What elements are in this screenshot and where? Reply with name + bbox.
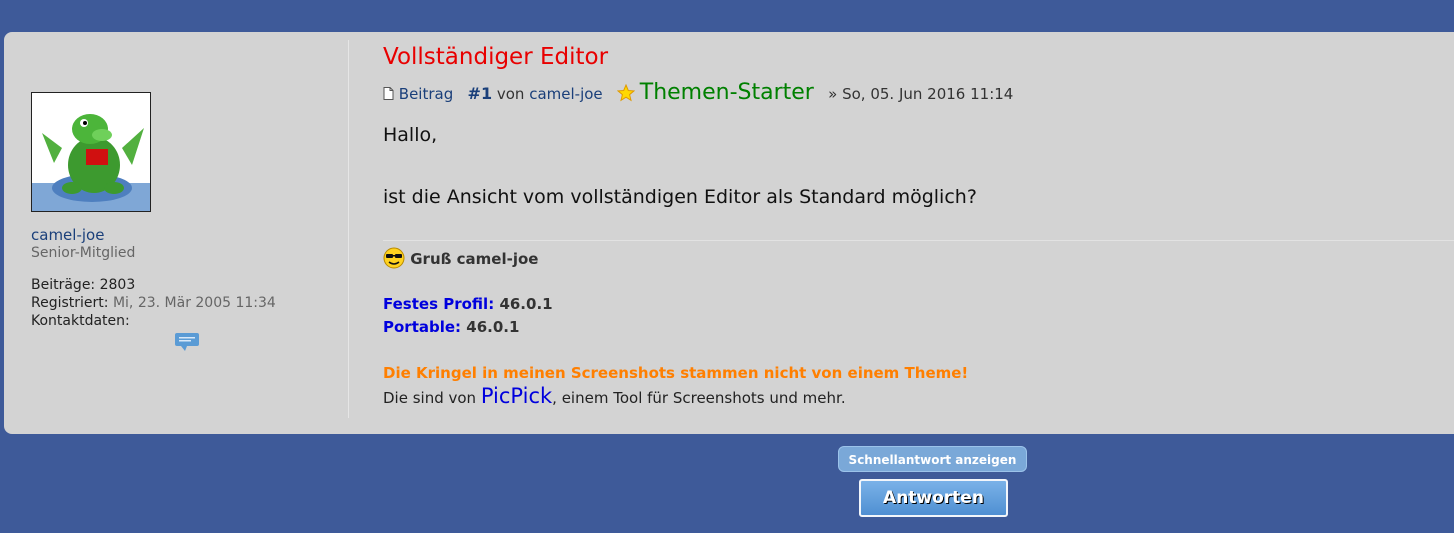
star-icon	[616, 83, 640, 103]
contact-label: Kontaktdaten:	[31, 313, 130, 329]
posts-label: Beiträge:	[31, 277, 96, 293]
post-title: Vollständiger Editor	[383, 44, 609, 70]
avatar[interactable]	[31, 92, 151, 212]
signature-divider	[383, 240, 1454, 241]
signature-picpick-line: Die sind von PicPick, einem Tool für Scr…	[383, 384, 846, 408]
quick-reply-button[interactable]: Schnellantwort anzeigen	[838, 446, 1027, 472]
post-meta: Beitrag #1 von camel-joe Themen-Starter …	[383, 80, 1013, 105]
signature-greeting: Gruß camel-joe	[383, 247, 538, 269]
post-date: » So, 05. Jun 2016 11:14	[828, 85, 1014, 103]
fixed-profile-value: 46.0.1	[499, 295, 553, 313]
author-name[interactable]: camel-joe	[31, 226, 104, 244]
portable-value: 46.0.1	[466, 318, 520, 336]
author-rank: Senior-Mitglied	[31, 245, 136, 261]
reply-button[interactable]: Antworten	[859, 479, 1008, 517]
signature-fixed-profile: Festes Profil: 46.0.1	[383, 295, 553, 313]
post-number-link[interactable]: #1	[468, 84, 493, 103]
post-container: camel-joe Senior-Mitglied Beiträge: 2803…	[4, 32, 1454, 434]
document-icon	[383, 85, 399, 103]
post-body-line-2: ist die Ansicht vom vollständigen Editor…	[383, 186, 977, 208]
author-panel: camel-joe Senior-Mitglied Beiträge: 2803…	[4, 40, 349, 418]
registered-date: Registriert: Mi, 23. Mär 2005 11:34	[31, 295, 276, 311]
registered-label: Registriert:	[31, 295, 109, 311]
post-link[interactable]: Beitrag	[399, 85, 453, 103]
signature-portable: Portable: 46.0.1	[383, 318, 519, 336]
post-body-line-1: Hallo,	[383, 124, 438, 146]
signature-notice: Die Kringel in meinen Screenshots stamme…	[383, 364, 969, 382]
message-icon[interactable]	[175, 333, 199, 351]
picpick-link[interactable]: PicPick	[481, 384, 552, 408]
picpick-prefix: Die sind von	[383, 389, 477, 407]
cool-smiley-icon	[383, 247, 410, 269]
fixed-profile-label: Festes Profil:	[383, 295, 495, 313]
portable-label: Portable:	[383, 318, 462, 336]
post-author-link[interactable]: camel-joe	[529, 85, 602, 103]
picpick-suffix: , einem Tool für Screenshots und mehr.	[552, 389, 846, 407]
von-label: von	[496, 85, 525, 103]
thread-starter-label: Themen-Starter	[639, 80, 814, 105]
posts-count: Beiträge: 2803	[31, 277, 135, 293]
posts-value: 2803	[99, 277, 136, 293]
dragon-avatar-icon	[32, 93, 150, 211]
greeting-text: Gruß camel-joe	[410, 250, 539, 268]
registered-value: Mi, 23. Mär 2005 11:34	[112, 295, 276, 311]
